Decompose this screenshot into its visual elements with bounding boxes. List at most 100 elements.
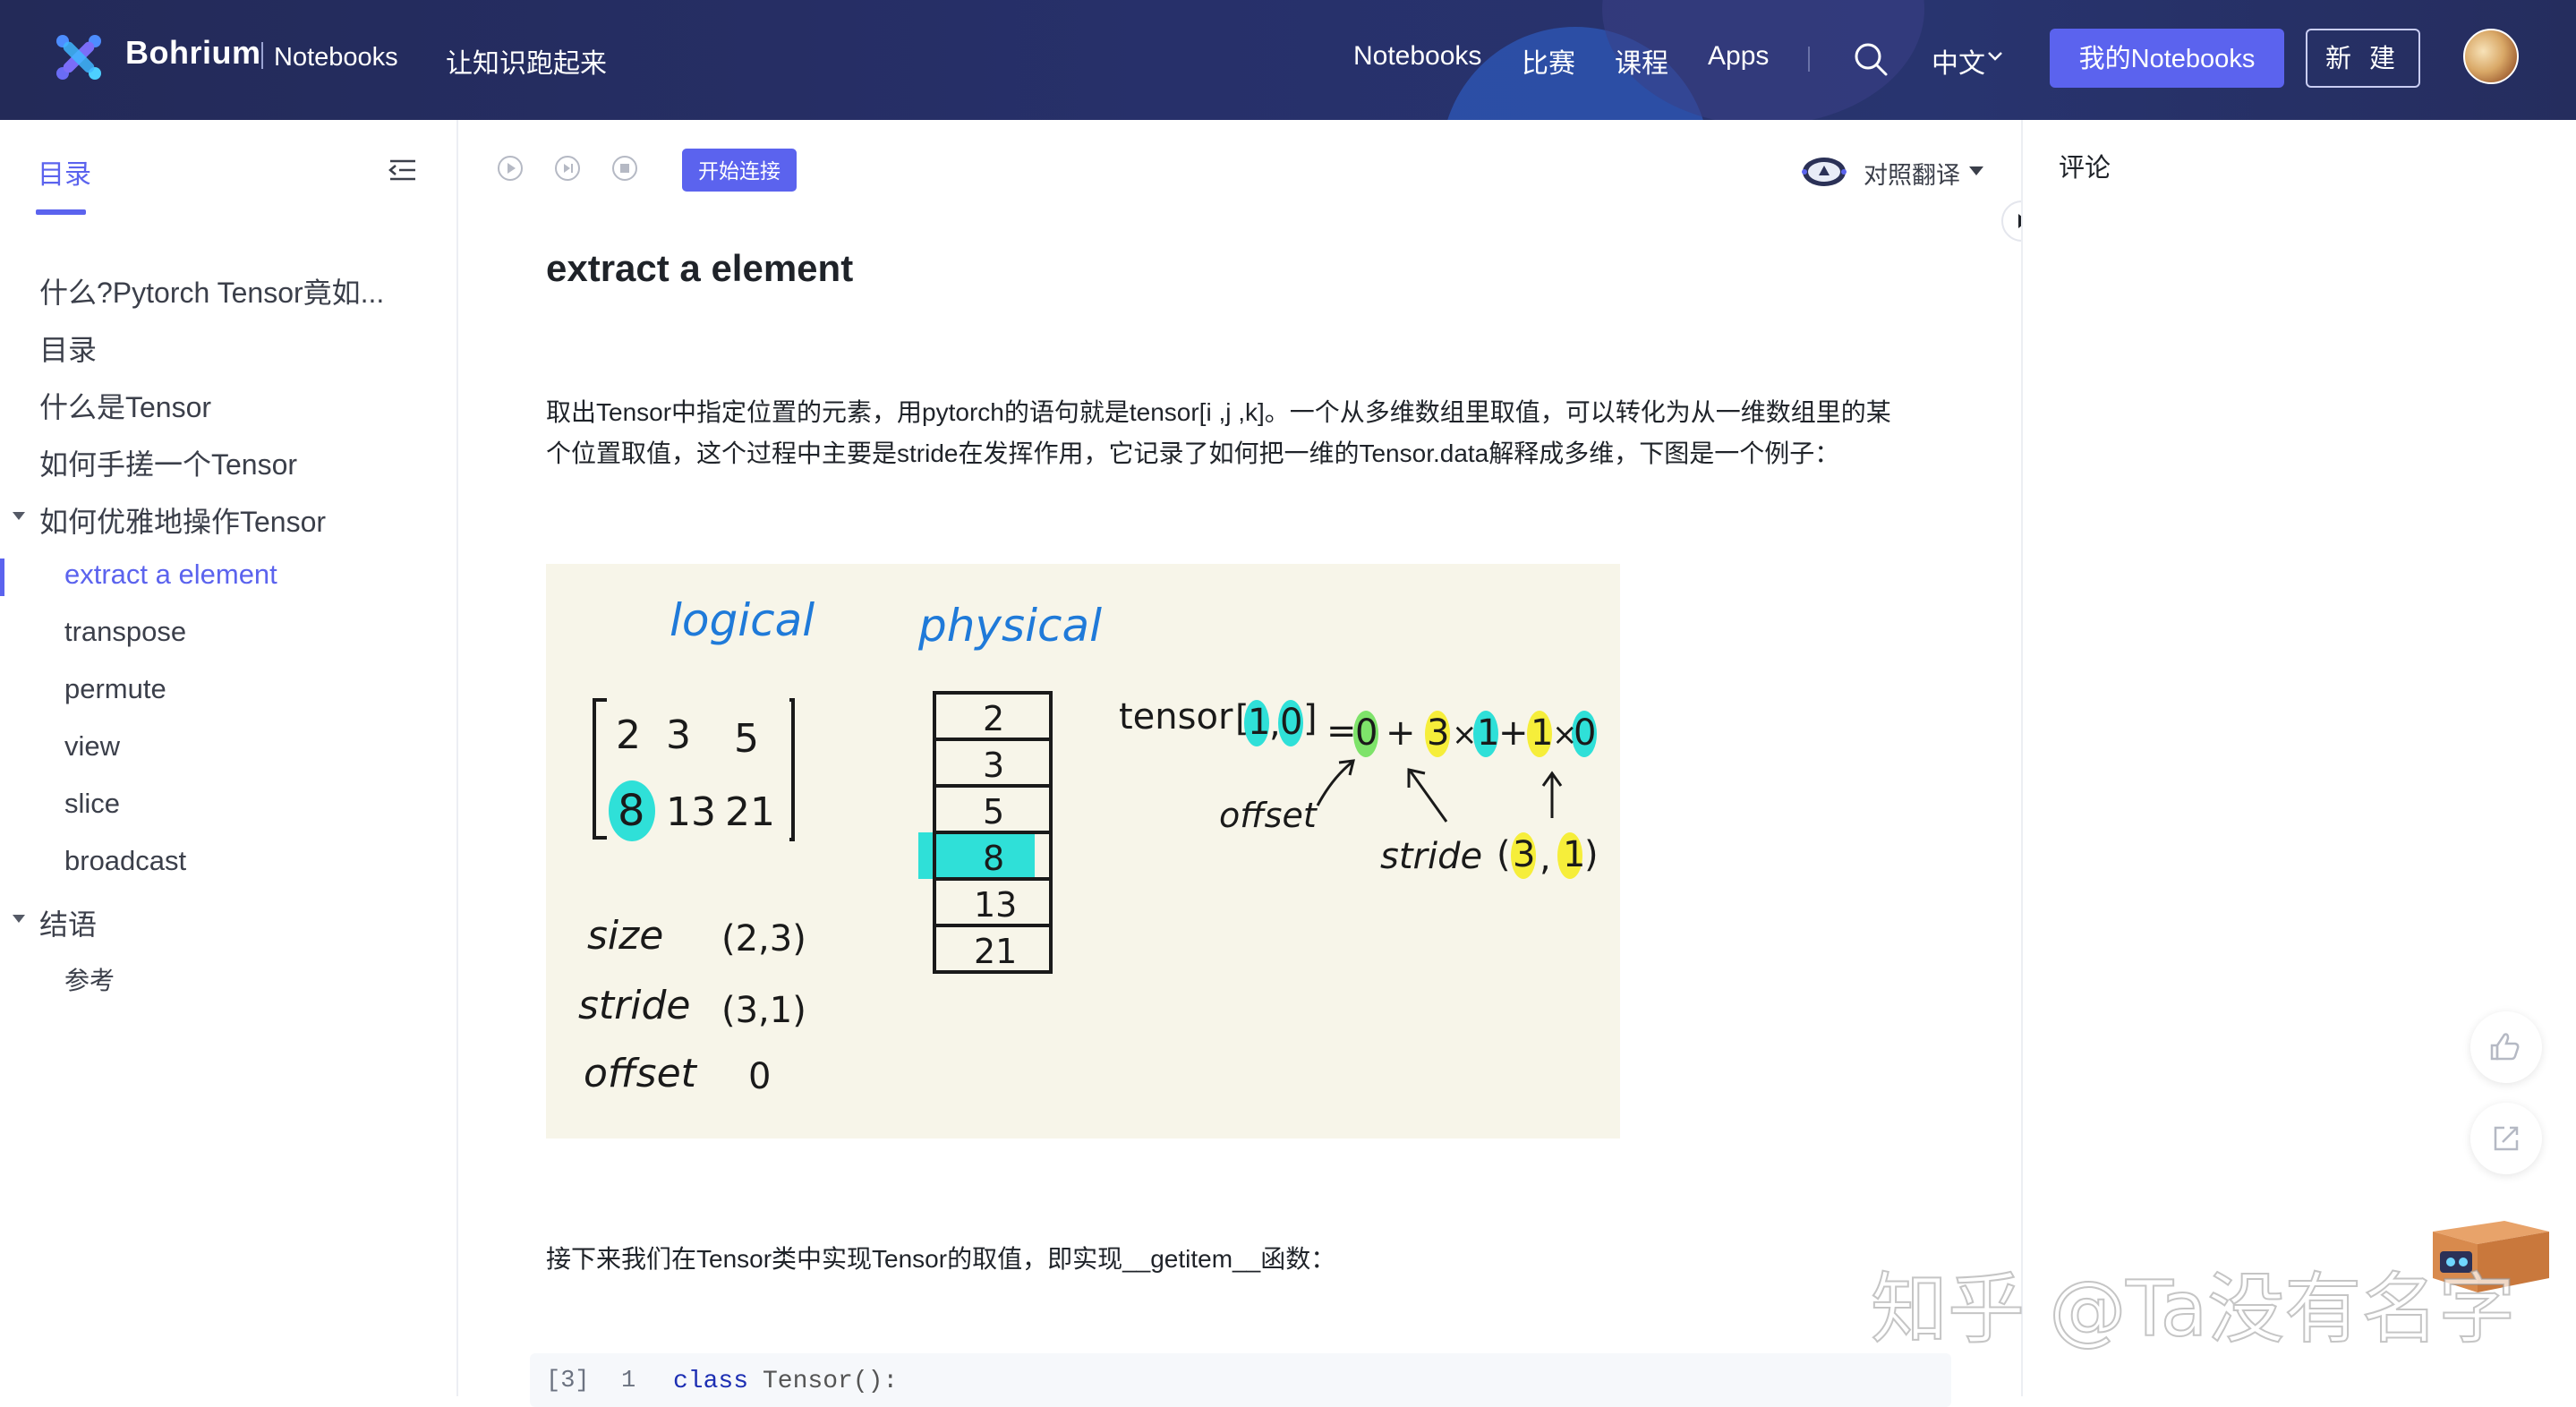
formula-stride-value: 1 [1563, 834, 1585, 875]
nav-competitions[interactable]: 比赛 [1522, 41, 1575, 81]
share-icon [2494, 1126, 2519, 1151]
brand-subtitle[interactable]: Notebooks [274, 43, 398, 72]
svg-text:(: ( [1497, 834, 1511, 875]
run-icon[interactable] [496, 154, 525, 183]
handwritten-diagram: logical physical 2 3 5 8 13 21 2 3 5 8 1… [578, 594, 1599, 1097]
formula-token: , [1269, 704, 1281, 745]
formula-token: 3 [1427, 712, 1449, 754]
formula-token: + [1386, 712, 1416, 754]
top-navbar: Bohrium Notebooks 让知识跑起来 Notebooks 比赛 课程… [0, 0, 2576, 120]
toc-item[interactable]: transpose [64, 616, 186, 648]
physical-cell: 5 [983, 792, 1004, 831]
formula-stride-value: 3 [1513, 834, 1535, 875]
nav-divider [1808, 47, 1810, 72]
chevron-down-icon[interactable] [1987, 50, 2003, 63]
formula-token: 1 [1248, 702, 1270, 743]
physical-heading: physical [917, 600, 1102, 652]
brand-name[interactable]: Bohrium [125, 34, 261, 72]
paragraph: 接下来我们在Tensor类中实现Tensor的取值，即实现__getitem__… [546, 1245, 1336, 1273]
cell-execution-index: [3] [546, 1368, 590, 1394]
section-heading: extract a element [546, 247, 854, 289]
share-button[interactable] [2470, 1103, 2542, 1174]
physical-cell: 21 [974, 932, 1017, 971]
toc-item-active[interactable]: extract a element [64, 559, 277, 591]
search-icon[interactable] [1851, 39, 1890, 79]
offset-label: offset [584, 1051, 698, 1096]
comments-heading: 评论 [2059, 154, 2111, 183]
toc-item[interactable]: 目录 [39, 328, 97, 369]
physical-cell: 8 [983, 839, 1004, 878]
my-notebooks-button[interactable]: 我的Notebooks [2050, 29, 2284, 88]
collapse-sidebar-icon[interactable] [387, 156, 419, 184]
toc-item[interactable]: 如何优雅地操作Tensor [39, 499, 326, 541]
brand-divider [261, 42, 263, 69]
size-label: size [587, 913, 663, 959]
formula-token: = [1326, 711, 1357, 752]
dropdown-caret-icon[interactable] [1969, 166, 1983, 175]
offset-value: 0 [748, 1056, 771, 1097]
physical-cell: 2 [983, 699, 1004, 738]
nav-courses[interactable]: 课程 [1615, 41, 1668, 81]
paragraph: 取出Tensor中指定位置的元素，用pytorch的语句就是tensor[i ,… [546, 398, 1891, 426]
logical-heading: logical [670, 594, 815, 646]
toc-item[interactable]: permute [64, 673, 166, 705]
tab-toc[interactable]: 目录 [38, 152, 91, 192]
physical-cell: 13 [974, 885, 1017, 925]
svg-text:): ) [1584, 834, 1599, 875]
toc-item[interactable]: 什么是Tensor [39, 385, 211, 426]
line-number: 1 [621, 1368, 636, 1394]
like-button[interactable] [2470, 1011, 2542, 1083]
language-selector[interactable]: 中文 [1932, 41, 1985, 81]
matrix-cell: 2 [616, 712, 641, 758]
toc-item[interactable]: 结语 [39, 902, 97, 943]
physical-cell: 3 [983, 746, 1004, 785]
toc-item[interactable]: 如何手搓一个Tensor [39, 442, 297, 483]
stride-label: stride [578, 983, 691, 1028]
nav-apps[interactable]: Apps [1708, 41, 1769, 72]
toc-sidebar: 目录 什么?Pytorch Tensor竟如... 目录 什么是Tensor 如… [0, 120, 458, 1396]
matrix-cell: 8 [618, 786, 645, 836]
matrix-cell: 3 [666, 712, 691, 758]
matrix-cell: 13 [666, 789, 716, 835]
tagline: 让知识跑起来 [446, 49, 607, 79]
bohrium-logo-icon[interactable] [54, 32, 104, 82]
stride-value: (3,1) [721, 990, 806, 1031]
nav-notebooks[interactable]: Notebooks [1353, 41, 1481, 72]
formula-tensor: tensor [1119, 696, 1233, 738]
toc-item[interactable]: broadcast [64, 845, 186, 877]
formula-token: × [1452, 717, 1478, 753]
formula-token: 1 [1477, 712, 1499, 754]
translate-toggle[interactable]: 对照翻译 [1864, 156, 1960, 191]
formula-token: ] [1303, 698, 1318, 739]
tab-indicator [36, 209, 86, 215]
code-text[interactable]: Tensor(): [763, 1368, 898, 1395]
new-button[interactable]: 新 建 [2306, 29, 2420, 88]
toc-item[interactable]: 什么?Pytorch Tensor竟如... [39, 270, 384, 311]
toc-item[interactable]: slice [64, 788, 120, 820]
matrix-cell: 21 [725, 789, 775, 835]
formula-offset-label: offset [1219, 796, 1318, 835]
expand-caret-icon[interactable] [13, 915, 25, 923]
expand-caret-icon[interactable] [13, 512, 25, 520]
matrix-cell: 5 [734, 716, 759, 762]
avatar[interactable] [2463, 29, 2519, 84]
paragraph: 个位置取值，这个过程中主要是stride在发挥作用，它记录了如何把一维的Tens… [546, 439, 1840, 467]
formula-token: 0 [1574, 712, 1596, 754]
active-indicator [0, 559, 4, 596]
start-connect-button[interactable]: 开始连接 [682, 149, 797, 192]
code-keyword[interactable]: class [673, 1368, 748, 1395]
formula-token: + [1498, 712, 1529, 754]
watermark: 知乎 @Ta没有名字 [1870, 1264, 2516, 1355]
formula-token: 0 [1355, 712, 1378, 754]
thumbs-up-icon [2490, 1033, 2520, 1061]
toc-item[interactable]: 参考 [64, 961, 115, 997]
stride-illustration: logical physical 2 3 5 8 13 21 2 3 5 8 1… [546, 564, 1620, 1138]
translate-robot-icon[interactable] [1801, 152, 1847, 188]
stop-icon[interactable] [610, 154, 639, 183]
restart-icon[interactable] [553, 154, 582, 183]
size-value: (2,3) [721, 918, 806, 959]
toc-item[interactable]: view [64, 730, 120, 763]
formula-stride-label: stride [1380, 836, 1482, 877]
formula-token: 0 [1280, 702, 1302, 743]
formula-token: 1 [1531, 712, 1553, 754]
